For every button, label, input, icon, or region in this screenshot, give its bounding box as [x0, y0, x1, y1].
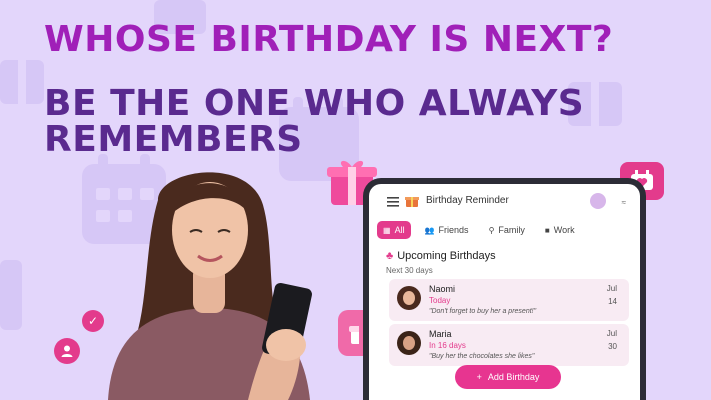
birthday-name: Maria — [429, 329, 452, 339]
tab-label: Friends — [438, 225, 469, 235]
tab-all[interactable]: ▦ All — [377, 221, 411, 239]
tab-work[interactable]: ■ Work — [539, 221, 581, 239]
grid-icon: ▦ — [383, 225, 391, 235]
menu-icon[interactable] — [387, 197, 399, 207]
category-tabs: ▦ All 👥 Friends ⚲ Family ■ Work — [377, 221, 581, 241]
background-gift-icon — [0, 60, 44, 104]
plus-icon: + — [476, 372, 482, 382]
add-birthday-label: Add Birthday — [487, 372, 540, 382]
woman-with-phone-illustration — [108, 172, 312, 400]
birthday-card[interactable]: Maria In 16 days "Buy her the chocolates… — [389, 324, 629, 366]
profile-avatar[interactable] — [590, 193, 606, 209]
avatar — [397, 286, 421, 310]
birthday-card[interactable]: Naomi Today "Don't forget to buy her a p… — [389, 279, 629, 321]
birthday-when: In 16 days — [429, 341, 466, 350]
cake-icon: ♣ — [386, 250, 394, 262]
birthday-day: 30 — [608, 342, 617, 351]
add-birthday-button[interactable]: + Add Birthday — [455, 365, 561, 389]
headline-secondary: BE THE ONE WHO ALWAYS REMEMBERS — [44, 83, 585, 160]
tab-friends[interactable]: 👥 Friends — [419, 221, 475, 239]
tab-label: All — [394, 225, 405, 235]
birthday-note: "Don't forget to buy her a present!" — [429, 308, 537, 315]
section-title-text: Upcoming Birthdays — [397, 250, 496, 262]
tab-family[interactable]: ⚲ Family — [483, 221, 531, 239]
tab-label: Work — [553, 225, 575, 235]
app-topbar: Birthday Reminder ≈ — [369, 184, 640, 220]
section-subtitle: Next 30 days — [386, 266, 433, 275]
birthday-note: "Buy her the chocolates she likes" — [429, 353, 535, 360]
briefcase-icon: ■ — [544, 225, 550, 235]
check-badge-icon: ✓ — [82, 310, 104, 332]
birthday-day: 14 — [608, 297, 617, 306]
app-title: Birthday Reminder — [426, 195, 509, 206]
user-badge-icon — [54, 338, 80, 364]
birthday-when: Today — [429, 296, 451, 305]
avatar — [397, 331, 421, 355]
birthday-name: Naomi — [429, 284, 456, 294]
gift-app-icon — [405, 197, 419, 207]
more-options-icon[interactable]: ≈ — [622, 198, 626, 207]
family-icon: ⚲ — [488, 225, 495, 235]
tab-label: Family — [498, 225, 525, 235]
background-cake-icon — [0, 260, 22, 330]
birthday-month: Jul — [606, 284, 617, 293]
phone-screen: Birthday Reminder ≈ ▦ All 👥 Friends ⚲ Famil… — [363, 178, 646, 400]
birthday-month: Jul — [606, 329, 617, 338]
headline-primary: WHOSE BIRTHDAY IS NEXT? — [44, 19, 614, 60]
section-title: ♣ Upcoming Birthdays — [386, 250, 496, 262]
people-icon: 👥 — [424, 225, 435, 235]
